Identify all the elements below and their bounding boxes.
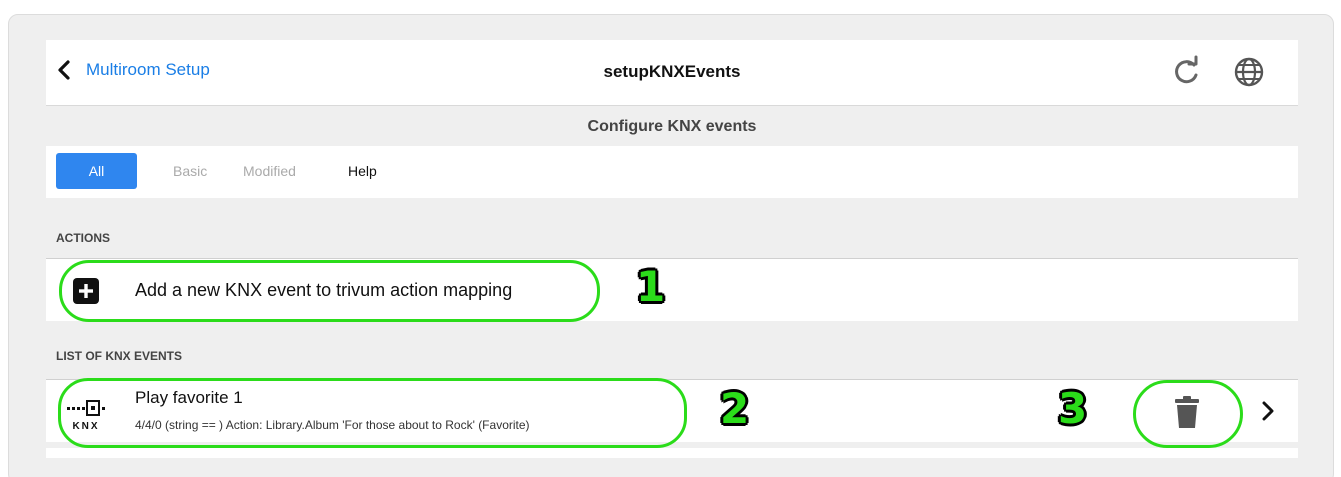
tab-modified[interactable]: Modified [243,153,296,189]
globe-icon[interactable] [1232,55,1266,89]
trash-icon[interactable] [1170,394,1204,430]
add-knx-event-label: Add a new KNX event to trivum action map… [135,280,513,300]
event-subtitle: 4/4/0 (string == ) Action: Library.Album… [135,418,530,432]
list-item[interactable]: KNX Play favorite 1 4/4/0 (string == ) A… [46,379,1298,442]
list-bottom [46,448,1298,458]
knx-logo-text: KNX [72,421,99,432]
tab-basic[interactable]: Basic [173,153,207,189]
filter-tabs: All Basic Modified Help [46,146,1298,198]
event-title: Play favorite 1 [135,388,243,407]
add-knx-event-row[interactable]: Add a new KNX event to trivum action map… [46,258,1298,321]
refresh-icon[interactable] [1170,55,1204,89]
annotation-number-3: 3 [1058,384,1088,433]
tab-help[interactable]: Help [348,153,377,189]
plus-icon [73,278,99,304]
top-bar: Multiroom Setup setupKNXEvents [46,40,1298,106]
knx-events-section-label: LIST OF KNX EVENTS [56,349,183,363]
page-title: setupKNXEvents [603,62,741,81]
section-title: Configure KNX events [46,107,1298,146]
actions-section-label: ACTIONS [56,231,110,245]
annotation-number-1: 1 [636,262,666,311]
knx-logo-icon: KNX [67,400,105,432]
tab-all[interactable]: All [56,153,137,189]
app-container: Multiroom Setup setupKNXEvents Configure… [46,40,1298,477]
chevron-right-icon[interactable] [1260,400,1276,422]
annotation-number-2: 2 [720,384,750,433]
